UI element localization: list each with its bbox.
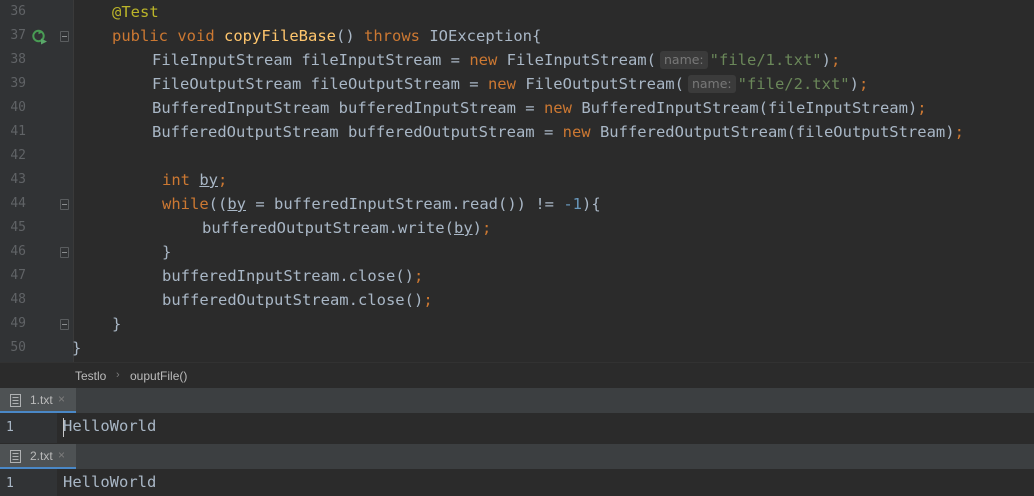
code-text: }: [72, 339, 82, 357]
code-text: FileInputStream fileInputStream = new Fi…: [152, 51, 841, 69]
line-number: 39: [10, 76, 26, 91]
code-line[interactable]: 36 @Test: [0, 0, 1034, 24]
line-number: 36: [10, 4, 26, 19]
line-number: 41: [10, 124, 26, 139]
code-line[interactable]: 48 bufferedOutputStream.close();: [0, 288, 1034, 312]
code-line[interactable]: 44 while((by = bufferedInputStream.read(…: [0, 192, 1034, 216]
code-text: FileOutputStream fileOutputStream = new …: [152, 75, 869, 93]
code-line[interactable]: 40 BufferedInputStream bufferedInputStre…: [0, 96, 1034, 120]
code-line[interactable]: 38 FileInputStream fileInputStream = new…: [0, 48, 1034, 72]
code-line[interactable]: 45 bufferedOutputStream.write(by);: [0, 216, 1034, 240]
code-line[interactable]: 49 }: [0, 312, 1034, 336]
line-number: 40: [10, 100, 26, 115]
breadcrumb: Testlo › ouputFile(): [0, 362, 1034, 389]
line-number: 50: [10, 340, 26, 355]
text-file-icon: [10, 450, 21, 463]
text-file-icon: [10, 394, 21, 407]
text-caret: [63, 418, 64, 437]
line-number: 46: [10, 244, 26, 259]
tab-1-txt[interactable]: 1.txt ×: [0, 388, 76, 413]
code-text: BufferedInputStream bufferedInputStream …: [152, 99, 927, 117]
code-text: public void copyFileBase() throws IOExce…: [112, 27, 542, 45]
line-number: 49: [10, 316, 26, 331]
line-number: 47: [10, 268, 26, 283]
tab-label: 2.txt: [30, 449, 53, 463]
code-text: int by;: [162, 171, 228, 189]
code-text: }: [112, 315, 122, 333]
fold-marker-icon[interactable]: [60, 31, 69, 42]
line-number: 1: [6, 476, 14, 491]
code-text: bufferedOutputStream.close();: [162, 291, 433, 309]
parameter-hint: name:: [687, 75, 736, 93]
breadcrumb-class[interactable]: Testlo: [75, 369, 106, 383]
code-line[interactable]: 39 FileOutputStream fileOutputStream = n…: [0, 72, 1034, 96]
line-number: 44: [10, 196, 26, 211]
file-tab-bar: 2.txt ×: [0, 444, 1034, 470]
line-number: 45: [10, 220, 26, 235]
code-line[interactable]: 41 BufferedOutputStream bufferedOutputSt…: [0, 120, 1034, 144]
code-text: bufferedInputStream.close();: [162, 267, 424, 285]
code-line[interactable]: 42: [0, 144, 1034, 168]
run-test-icon[interactable]: [32, 29, 48, 45]
file-tab-bar: 1.txt ×: [0, 388, 1034, 414]
code-line[interactable]: 50 }: [0, 336, 1034, 360]
code-text: }: [162, 243, 172, 261]
file-content[interactable]: HelloWorld: [63, 473, 156, 491]
close-icon[interactable]: ×: [58, 392, 65, 406]
file-editor-2[interactable]: 1 HelloWorld: [0, 469, 1034, 496]
parameter-hint: name:: [659, 51, 708, 69]
line-number: 38: [10, 52, 26, 67]
line-number: 37: [10, 28, 26, 43]
line-number: 43: [10, 172, 26, 187]
file-content[interactable]: HelloWorld: [63, 417, 156, 435]
code-line[interactable]: 46 }: [0, 240, 1034, 264]
line-number: 48: [10, 292, 26, 307]
line-number: 42: [10, 148, 26, 163]
code-text: while((by = bufferedInputStream.read()) …: [162, 195, 601, 213]
code-text: @Test: [112, 3, 159, 21]
code-text: bufferedOutputStream.write(by);: [202, 219, 492, 237]
file-editor-1[interactable]: 1 HelloWorld: [0, 413, 1034, 443]
line-number: 1: [6, 420, 14, 435]
code-text: BufferedOutputStream bufferedOutputStrea…: [152, 123, 964, 141]
code-editor[interactable]: 36 @Test 37 public void copyFileBase() t…: [0, 0, 1034, 362]
tab-label: 1.txt: [30, 393, 53, 407]
fold-marker-icon[interactable]: [60, 319, 69, 330]
close-icon[interactable]: ×: [58, 448, 65, 462]
code-line[interactable]: 37 public void copyFileBase() throws IOE…: [0, 24, 1034, 48]
code-line[interactable]: 43 int by;: [0, 168, 1034, 192]
fold-marker-icon[interactable]: [60, 199, 69, 210]
tab-2-txt[interactable]: 2.txt ×: [0, 444, 76, 469]
code-line[interactable]: 47 bufferedInputStream.close();: [0, 264, 1034, 288]
fold-marker-icon[interactable]: [60, 247, 69, 258]
breadcrumb-method[interactable]: ouputFile(): [130, 369, 187, 383]
breadcrumb-separator: ›: [116, 369, 120, 381]
